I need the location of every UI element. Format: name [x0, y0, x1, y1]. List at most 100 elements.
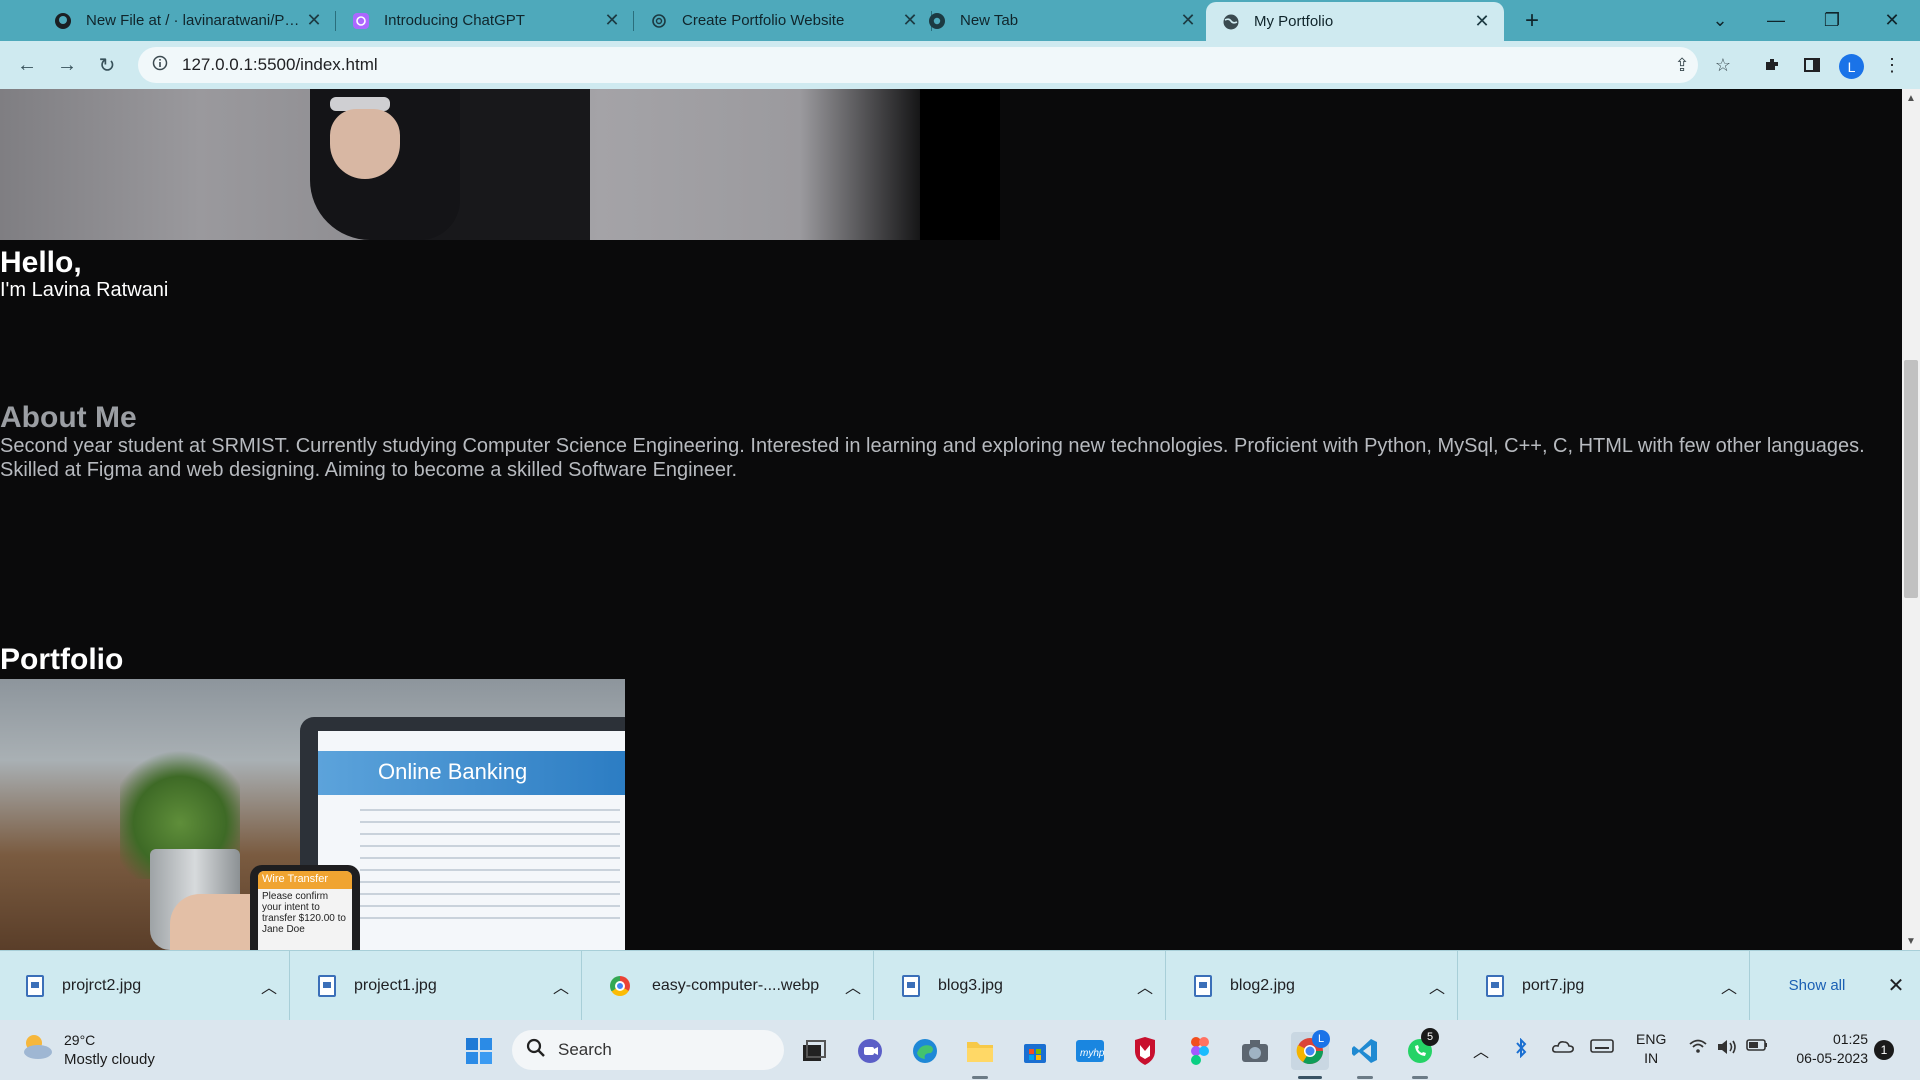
tab-create-portfolio[interactable]: Create Portfolio Website ✕: [634, 0, 932, 41]
image-file-icon: [1194, 975, 1212, 997]
chevron-up-icon[interactable]: ︿: [833, 974, 873, 998]
window-close-icon[interactable]: ✕: [1864, 0, 1920, 41]
close-shelf-icon[interactable]: ✕: [1883, 972, 1909, 998]
tab-search-icon[interactable]: ⌄: [1692, 0, 1748, 41]
profile-photo: [0, 89, 1000, 240]
chrome-icon: [610, 976, 630, 996]
bluetooth-icon[interactable]: [1514, 1037, 1528, 1063]
scroll-up-icon[interactable]: ▲: [1902, 89, 1920, 107]
download-item[interactable]: project1.jpg ︿: [292, 951, 582, 1021]
project-image-phone-title: Wire Transfer: [258, 871, 352, 889]
vscode-icon[interactable]: [1346, 1032, 1384, 1070]
hello-heading: Hello,: [0, 246, 82, 279]
keyboard-icon[interactable]: [1590, 1038, 1614, 1059]
project-image-banner: Online Banking: [318, 751, 625, 795]
forward-icon[interactable]: →: [51, 49, 83, 81]
bookmark-star-icon[interactable]: ☆: [1712, 54, 1734, 76]
tab-my-portfolio[interactable]: My Portfolio ✕: [1206, 2, 1504, 41]
chevron-up-icon[interactable]: ︿: [541, 974, 581, 998]
about-heading: About Me: [0, 401, 137, 434]
clock-time: 01:25: [1832, 1031, 1868, 1047]
image-file-icon: [1486, 975, 1504, 997]
myhp-icon[interactable]: myhp: [1071, 1032, 1109, 1070]
notification-badge[interactable]: 1: [1874, 1040, 1894, 1060]
volume-icon[interactable]: [1716, 1038, 1738, 1061]
download-filename: projrct2.jpg: [62, 977, 142, 994]
profile-avatar[interactable]: L: [1839, 54, 1864, 79]
show-all-button[interactable]: Show all: [1775, 972, 1859, 998]
mcafee-icon[interactable]: [1126, 1032, 1164, 1070]
close-icon[interactable]: ✕: [304, 10, 324, 31]
tab-introducing-chatgpt[interactable]: Introducing ChatGPT ✕: [336, 0, 634, 41]
download-item[interactable]: blog3.jpg ︿: [876, 951, 1166, 1021]
download-item[interactable]: easy-computer-....webp ︿: [584, 951, 874, 1021]
globe-icon: [1222, 13, 1240, 31]
download-filename: easy-computer-....webp: [652, 977, 820, 994]
language-code: ENG: [1636, 1031, 1667, 1047]
chevron-up-icon[interactable]: ︿: [249, 974, 289, 998]
project-image[interactable]: Online Banking Please confirm your inten…: [0, 679, 625, 950]
tab-github[interactable]: New File at / · lavinaratwani/Portf ✕: [38, 0, 336, 41]
weather-description[interactable]: Mostly cloudy: [64, 1051, 155, 1068]
scrollbar-thumb[interactable]: [1904, 360, 1918, 598]
extensions-icon[interactable]: [1756, 49, 1788, 81]
camera-icon[interactable]: [1236, 1032, 1274, 1070]
share-icon[interactable]: ⇪: [1671, 54, 1693, 76]
side-panel-icon[interactable]: [1796, 49, 1828, 81]
back-icon[interactable]: ←: [11, 49, 43, 81]
region-code: IN: [1644, 1050, 1659, 1066]
about-paragraph: Second year student at SRMIST. Currently…: [0, 435, 1865, 481]
battery-icon[interactable]: [1746, 1038, 1768, 1057]
image-file-icon: [318, 975, 336, 997]
chevron-up-icon[interactable]: ︿: [1709, 974, 1749, 998]
weather-temperature[interactable]: 29°C: [64, 1032, 95, 1048]
teams-chat-icon[interactable]: [851, 1032, 889, 1070]
windows-start-icon[interactable]: [460, 1032, 498, 1070]
edge-icon[interactable]: [906, 1032, 944, 1070]
info-icon[interactable]: [152, 55, 168, 76]
windows-taskbar: 29°C Mostly cloudy Search myhp L 5 ︿ ENG…: [0, 1020, 1920, 1080]
url-text[interactable]: 127.0.0.1:5500/index.html: [182, 55, 378, 75]
chrome-profile-badge: L: [1312, 1030, 1330, 1048]
portfolio-heading: Portfolio: [0, 643, 124, 676]
wifi-icon[interactable]: [1688, 1038, 1708, 1059]
address-bar[interactable]: 127.0.0.1:5500/index.html: [138, 47, 1698, 83]
reload-icon[interactable]: ↻: [91, 49, 123, 81]
project-image-phone-text: Please confirm your intent to transfer $…: [262, 891, 346, 935]
download-item[interactable]: blog2.jpg ︿: [1168, 951, 1458, 1021]
system-clock[interactable]: 01:25 06-05-2023: [1788, 1030, 1868, 1068]
download-shelf: projrct2.jpg ︿ project1.jpg ︿ easy-compu…: [0, 950, 1920, 1021]
tab-title: New File at / · lavinaratwani/Portf: [86, 12, 304, 29]
weather-cloud-icon[interactable]: [20, 1032, 54, 1062]
task-view-icon[interactable]: [795, 1032, 833, 1070]
onedrive-cloud-icon[interactable]: [1551, 1038, 1575, 1059]
download-filename: port7.jpg: [1522, 977, 1585, 994]
download-item[interactable]: port7.jpg ︿: [1460, 951, 1750, 1021]
microsoft-store-icon[interactable]: [1016, 1032, 1054, 1070]
close-icon[interactable]: ✕: [1472, 11, 1492, 32]
download-filename: project1.jpg: [354, 977, 437, 994]
image-file-icon: [26, 975, 44, 997]
chevron-up-icon[interactable]: ︿: [1473, 1038, 1489, 1062]
restore-icon[interactable]: ❐: [1804, 0, 1860, 41]
input-language[interactable]: ENG IN: [1636, 1030, 1666, 1068]
new-tab-button[interactable]: +: [1517, 6, 1547, 36]
close-icon[interactable]: ✕: [1178, 10, 1198, 31]
download-item[interactable]: projrct2.jpg ︿: [0, 951, 290, 1021]
menu-kebab-icon[interactable]: ⋮: [1876, 49, 1908, 81]
search-label: Search: [558, 1040, 612, 1059]
svg-text:myhp: myhp: [1080, 1048, 1105, 1059]
taskbar-search[interactable]: Search: [512, 1030, 784, 1070]
tab-new-tab[interactable]: New Tab ✕: [912, 0, 1210, 41]
file-explorer-icon[interactable]: [961, 1032, 999, 1070]
close-icon[interactable]: ✕: [602, 10, 622, 31]
tab-title: Introducing ChatGPT: [384, 12, 525, 29]
tab-title: New Tab: [960, 12, 1019, 29]
whatsapp-badge: 5: [1421, 1028, 1439, 1046]
chevron-up-icon[interactable]: ︿: [1125, 974, 1165, 998]
tab-title: My Portfolio: [1254, 13, 1334, 30]
chevron-up-icon[interactable]: ︿: [1417, 974, 1457, 998]
figma-icon[interactable]: [1181, 1032, 1219, 1070]
scroll-down-icon[interactable]: ▼: [1902, 932, 1920, 950]
minimize-icon[interactable]: —: [1748, 0, 1804, 41]
